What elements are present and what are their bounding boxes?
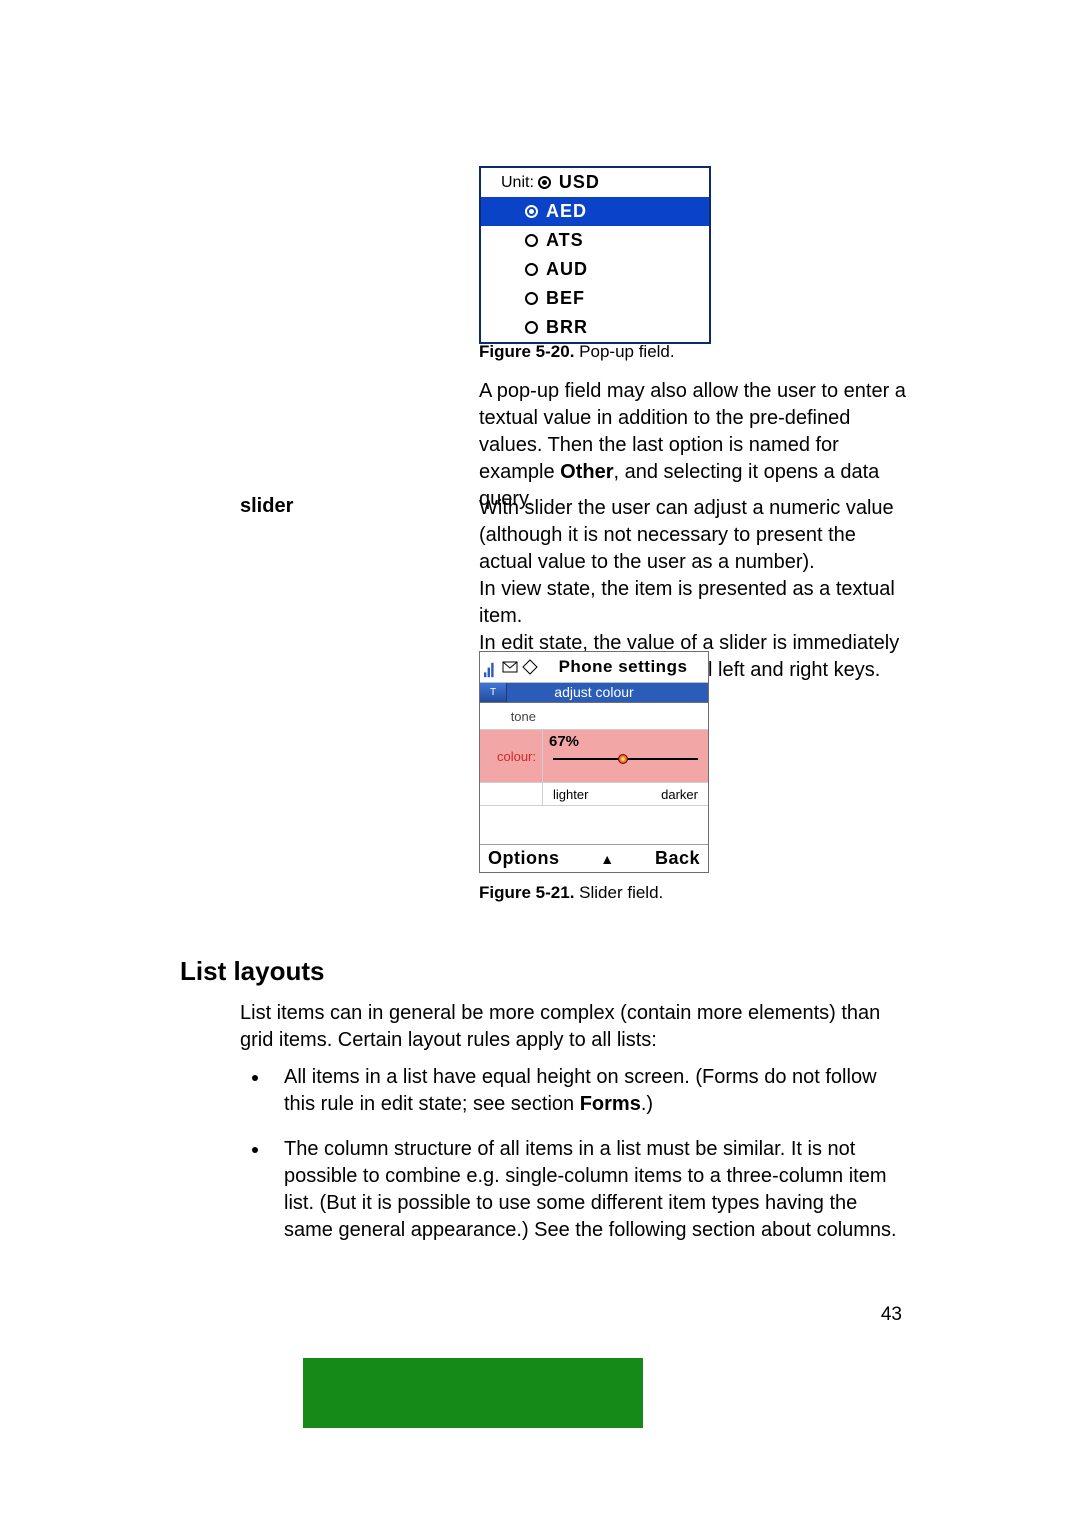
paragraph: List items can in general be more comple…: [240, 1000, 908, 1054]
popup-option: BEF: [546, 288, 585, 309]
colour-percent: 67%: [543, 730, 708, 750]
popup-option: AUD: [546, 259, 588, 280]
radio-on-icon: [525, 205, 538, 218]
figure-caption: Figure 5-21. Slider field.: [479, 882, 906, 904]
phone-title: Phone settings: [559, 657, 688, 677]
radio-off-icon: [525, 263, 538, 276]
colour-row: colour: 67%: [480, 730, 708, 783]
tone-row: tone: [480, 703, 708, 730]
figure-ref: Figure 5-21.: [479, 883, 574, 902]
figure-caption-text: Slider field.: [579, 883, 663, 902]
slider-labels-row: lighter darker: [480, 783, 708, 806]
up-arrow-icon: ▲: [600, 851, 614, 867]
diamond-icon: [522, 659, 538, 675]
slider-end-labels: lighter darker: [542, 783, 708, 805]
list-item: All items in a list have equal height on…: [270, 1064, 908, 1118]
popup-row: Unit: USD: [481, 168, 709, 197]
list-item-text: .): [641, 1093, 653, 1115]
paragraph: A pop-up field may also allow the user t…: [479, 378, 906, 513]
popup-field-figure: Unit: USD AED ATS AUD BEF BRR: [479, 166, 711, 344]
popup-row-selected: AED: [481, 197, 709, 226]
radio-off-icon: [525, 292, 538, 305]
radio-off-icon: [525, 234, 538, 247]
empty-row: [480, 806, 708, 844]
tone-label: tone: [480, 709, 542, 724]
popup-row: BRR: [481, 313, 709, 342]
title-icons: [502, 659, 538, 675]
document-page: Unit: USD AED ATS AUD BEF BRR Figure 5-2…: [0, 0, 1080, 1528]
colour-value-wrap: 67%: [542, 730, 708, 782]
popup-option: ATS: [546, 230, 584, 251]
tab-indicator-icon: T: [480, 683, 507, 702]
inline-bold: Other: [560, 461, 613, 483]
list-item: The column structure of all items in a l…: [270, 1136, 908, 1244]
phone-subtitle-bar: T adjust colour: [480, 683, 708, 703]
slider-field-figure: Phone settings T adjust colour tone colo…: [479, 651, 709, 873]
popup-row: BEF: [481, 284, 709, 313]
colour-slider: [553, 754, 698, 764]
popup-row: ATS: [481, 226, 709, 255]
figure-ref: Figure 5-20.: [479, 342, 574, 361]
radio-off-icon: [525, 321, 538, 334]
phone-rows: tone colour: 67% lighter darker: [480, 703, 708, 844]
popup-label: Unit:: [501, 174, 534, 192]
margin-label-slider: slider: [240, 495, 460, 518]
softkey-bar: Options ▲ Back: [480, 844, 708, 872]
softkey-left: Options: [488, 848, 560, 869]
inline-bold: Forms: [580, 1093, 641, 1115]
softkey-right: Back: [655, 848, 700, 869]
page-number: 43: [881, 1304, 902, 1326]
colour-label: colour:: [480, 749, 542, 764]
envelope-icon: [502, 659, 518, 675]
list-item-text: The column structure of all items in a l…: [284, 1138, 897, 1241]
popup-option: AED: [546, 201, 587, 222]
slider-darker-label: darker: [661, 787, 698, 802]
radio-on-icon: [538, 176, 551, 189]
phone-titlebar: Phone settings: [480, 652, 708, 683]
bullet-list: All items in a list have equal height on…: [240, 1064, 908, 1262]
popup-option: USD: [559, 172, 600, 193]
slider-lighter-label: lighter: [553, 787, 588, 802]
figure-caption-text: Pop-up field.: [579, 342, 674, 361]
paragraph-text: In view state, the item is presented as …: [479, 576, 906, 630]
footer-bar: [303, 1358, 643, 1428]
figure-caption: Figure 5-20. Pop-up field.: [479, 341, 906, 363]
popup-option: BRR: [546, 317, 588, 338]
section-heading: List layouts: [180, 956, 324, 987]
slider-knob: [618, 754, 628, 764]
phone-subtitle: adjust colour: [554, 684, 633, 700]
signal-icon: [484, 658, 496, 676]
popup-row: AUD: [481, 255, 709, 284]
paragraph-text: With slider the user can adjust a numeri…: [479, 495, 906, 576]
